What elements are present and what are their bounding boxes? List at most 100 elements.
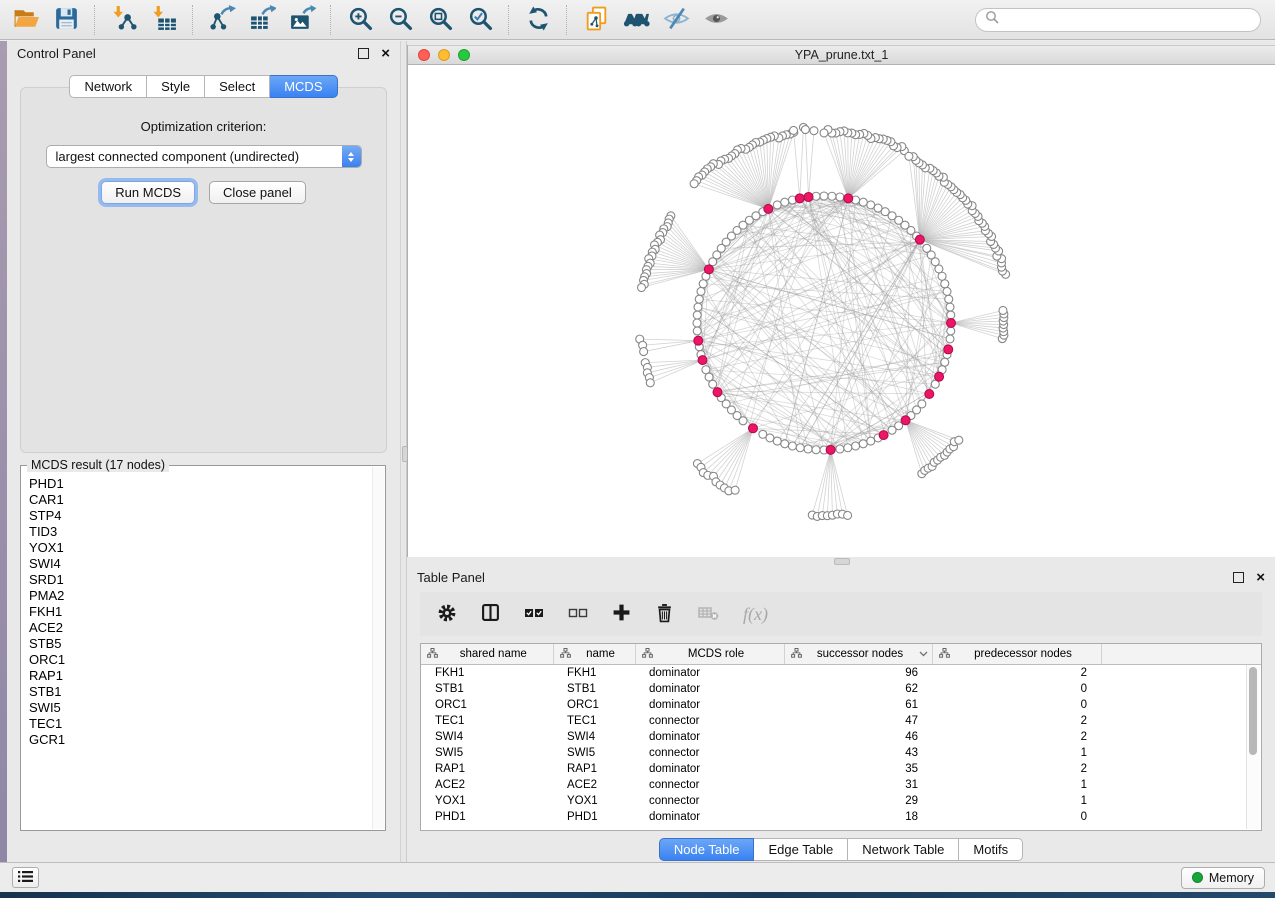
network-edge[interactable] <box>720 428 753 485</box>
network-node[interactable] <box>859 440 867 448</box>
network-node[interactable] <box>796 444 804 452</box>
network-node[interactable] <box>844 511 852 519</box>
cell-predecessor-nodes[interactable]: 2 <box>932 713 1101 729</box>
network-hub-node[interactable] <box>713 388 722 397</box>
network-hub-node[interactable] <box>698 356 707 365</box>
table-options-button[interactable] <box>437 603 457 626</box>
network-node[interactable] <box>943 287 951 295</box>
cell-shared-name[interactable]: SWI5 <box>421 745 553 761</box>
float-panel-icon[interactable] <box>358 48 369 59</box>
mcds-result-item[interactable]: PHD1 <box>29 476 372 492</box>
network-hub-node[interactable] <box>947 319 956 328</box>
network-edge[interactable] <box>794 130 800 198</box>
table-row[interactable]: YOX1YOX1connector291 <box>421 793 1262 809</box>
network-node[interactable] <box>947 311 955 319</box>
network-hub-node[interactable] <box>704 265 713 274</box>
network-node[interactable] <box>947 327 955 335</box>
cell-mcds-role[interactable]: dominator <box>635 697 784 713</box>
network-edge[interactable] <box>698 240 920 339</box>
refresh-layout-button[interactable] <box>520 3 556 37</box>
status-menu-button[interactable] <box>12 867 39 888</box>
mcds-result-item[interactable]: ORC1 <box>29 652 372 668</box>
mcds-result-item[interactable]: SRD1 <box>29 572 372 588</box>
network-hub-node[interactable] <box>826 445 835 454</box>
table-row[interactable]: RAP1RAP1dominator352 <box>421 761 1262 777</box>
network-window-titlebar[interactable]: YPA_prune.txt_1 <box>408 45 1275 65</box>
network-node[interactable] <box>820 192 828 200</box>
network-edge[interactable] <box>828 130 848 199</box>
splitter-grip[interactable] <box>834 558 850 565</box>
network-node[interactable] <box>836 193 844 201</box>
cell-successor-nodes[interactable]: 43 <box>784 745 932 761</box>
tab-network[interactable]: Network <box>69 75 147 98</box>
cell-predecessor-nodes[interactable]: 1 <box>932 777 1101 793</box>
network-edge[interactable] <box>649 360 702 378</box>
cell-name[interactable]: FKH1 <box>553 665 635 682</box>
cell-predecessor-nodes[interactable]: 1 <box>932 793 1101 809</box>
network-node[interactable] <box>844 444 852 452</box>
network-edge[interactable] <box>640 339 699 341</box>
cell-shared-name[interactable]: STB1 <box>421 681 553 697</box>
network-node[interactable] <box>867 201 875 209</box>
cell-name[interactable]: TEC1 <box>553 713 635 729</box>
cell-name[interactable]: SWI4 <box>553 729 635 745</box>
run-mcds-button[interactable]: Run MCDS <box>101 181 195 204</box>
cell-mcds-role[interactable]: connector <box>635 745 784 761</box>
network-hub-node[interactable] <box>944 345 953 354</box>
cell-successor-nodes[interactable]: 35 <box>784 761 932 777</box>
cell-successor-nodes[interactable]: 46 <box>784 729 932 745</box>
delete-column-button[interactable] <box>655 603 674 626</box>
network-edge[interactable] <box>831 450 848 516</box>
network-node[interactable] <box>709 380 717 388</box>
network-edge[interactable] <box>805 130 808 197</box>
share-session-button[interactable] <box>578 3 614 37</box>
network-node[interactable] <box>918 400 926 408</box>
network-hub-node[interactable] <box>879 431 888 440</box>
cell-shared-name[interactable]: FKH1 <box>421 665 553 682</box>
network-hub-node[interactable] <box>795 194 804 203</box>
network-node[interactable] <box>999 306 1007 314</box>
table-scrollbar-thumb[interactable] <box>1249 667 1257 755</box>
network-node[interactable] <box>801 126 809 134</box>
table-row[interactable]: ORC1ORC1dominator610 <box>421 697 1262 713</box>
column-header-successor-nodes[interactable]: successor nodes <box>784 644 932 665</box>
network-node[interactable] <box>773 201 781 209</box>
network-edge[interactable] <box>716 428 753 482</box>
save-session-button[interactable] <box>48 3 84 37</box>
close-panel-icon[interactable]: × <box>381 49 390 58</box>
export-image-button[interactable] <box>284 3 320 37</box>
cell-successor-nodes[interactable]: 47 <box>784 713 932 729</box>
zoom-fit-button[interactable] <box>422 3 458 37</box>
horizontal-splitter[interactable] <box>407 557 1275 565</box>
network-hub-node[interactable] <box>844 194 853 203</box>
network-canvas[interactable] <box>408 65 1275 557</box>
import-table-button[interactable] <box>146 3 182 37</box>
network-node[interactable] <box>640 348 648 356</box>
network-node[interactable] <box>693 327 701 335</box>
cell-name[interactable]: RAP1 <box>553 761 635 777</box>
zoom-selected-button[interactable] <box>462 3 498 37</box>
cell-name[interactable]: STB1 <box>553 681 635 697</box>
cell-predecessor-nodes[interactable]: 2 <box>932 729 1101 745</box>
zoom-out-button[interactable] <box>382 3 418 37</box>
cell-predecessor-nodes[interactable]: 0 <box>932 681 1101 697</box>
network-hub-node[interactable] <box>764 204 773 213</box>
network-node[interactable] <box>693 319 701 327</box>
network-hub-node[interactable] <box>935 372 944 381</box>
cell-mcds-role[interactable]: dominator <box>635 729 784 745</box>
network-node[interactable] <box>731 486 739 494</box>
network-node[interactable] <box>804 445 812 453</box>
network-edge[interactable] <box>703 428 753 472</box>
close-panel-button[interactable]: Close panel <box>209 181 306 204</box>
column-header-mcds-role[interactable]: MCDS role <box>635 644 784 665</box>
function-builder-button[interactable]: f(x) <box>743 604 768 625</box>
cell-name[interactable]: SWI5 <box>553 745 635 761</box>
select-all-rows-button[interactable] <box>524 604 544 625</box>
table-row[interactable]: SWI5SWI5connector431 <box>421 745 1262 761</box>
network-node[interactable] <box>828 192 836 200</box>
open-session-button[interactable] <box>8 3 44 37</box>
float-panel-icon[interactable] <box>1233 572 1244 583</box>
cell-shared-name[interactable]: RAP1 <box>421 761 553 777</box>
cell-predecessor-nodes[interactable]: 1 <box>932 745 1101 761</box>
column-visibility-button[interactable] <box>481 603 500 625</box>
